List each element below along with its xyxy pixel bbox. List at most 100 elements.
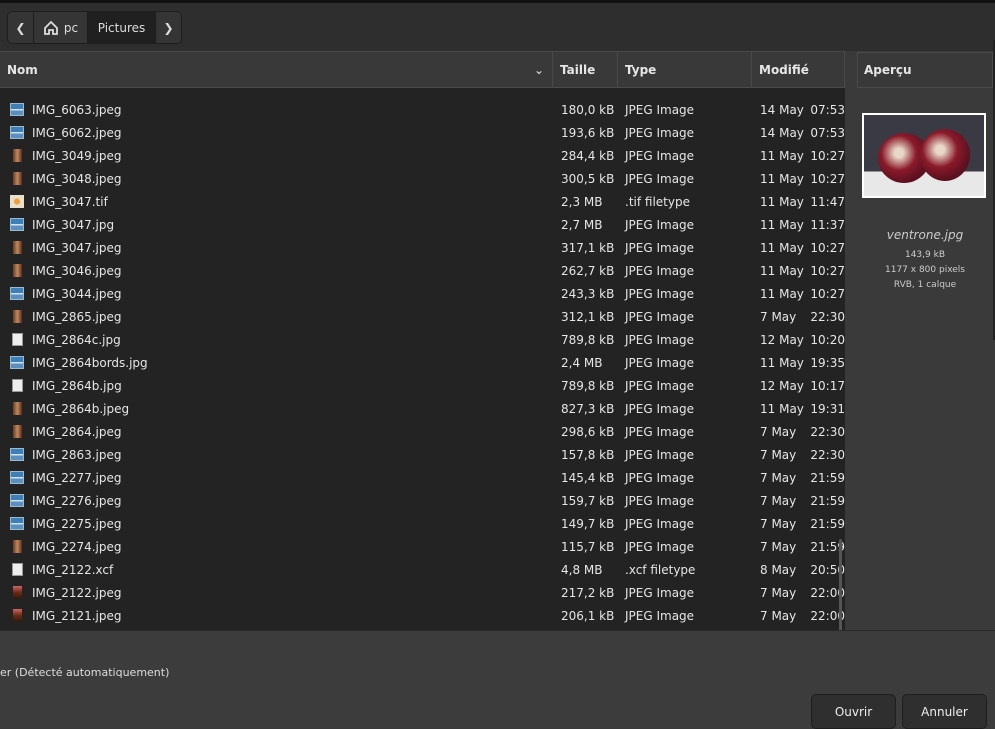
file-type: JPEG Image [625, 470, 695, 485]
back-button[interactable]: ❮ [8, 12, 34, 43]
file-row[interactable]: IMG_2276.jpeg 159,7 kB JPEG Image 7 May … [0, 489, 845, 512]
breadcrumb-home[interactable]: pc [34, 12, 88, 43]
file-type: JPEG Image [625, 217, 695, 232]
breadcrumb-home-label: pc [63, 20, 79, 35]
file-name: IMG_3046.jpeg [32, 263, 122, 278]
file-row[interactable]: IMG_2864bords.jpg 2,4 MB JPEG Image 11 M… [0, 351, 845, 374]
file-name-cell: IMG_3046.jpeg [0, 264, 553, 278]
file-name: IMG_2863.jpeg [32, 447, 122, 462]
file-time: 10:27 [810, 240, 845, 255]
file-thumbnail-icon [13, 540, 22, 553]
file-size: 789,8 kB [561, 378, 615, 393]
file-name-cell: IMG_2122.xcf [0, 563, 553, 577]
open-button[interactable]: Ouvrir [811, 694, 896, 729]
file-thumbnail-icon [13, 425, 22, 438]
file-row[interactable]: IMG_2864b.jpg 789,8 kB JPEG Image 12 May… [0, 374, 845, 397]
file-time: 21:59 [810, 470, 845, 485]
file-row[interactable]: IMG_3047.jpg 2,7 MB JPEG Image 11 May 11… [0, 213, 845, 236]
column-type[interactable]: Type [618, 52, 752, 87]
cancel-button[interactable]: Annuler [902, 694, 987, 729]
file-type: JPEG Image [625, 240, 695, 255]
file-row[interactable]: IMG_2122.xcf 4,8 MB .xcf filetype 8 May … [0, 558, 845, 581]
file-thumbnail-icon [10, 287, 24, 300]
file-row[interactable]: IMG_3049.jpeg 284,4 kB JPEG Image 11 May… [0, 144, 845, 167]
file-time: 22:30 [810, 447, 845, 462]
file-name-cell: IMG_2865.jpeg [0, 310, 553, 324]
file-row[interactable]: IMG_2275.jpeg 149,7 kB JPEG Image 7 May … [0, 512, 845, 535]
file-name-cell: IMG_2275.jpeg [0, 517, 553, 531]
file-row[interactable]: IMG_2864b.jpeg 827,3 kB JPEG Image 11 Ma… [0, 397, 845, 420]
file-row[interactable]: IMG_3048.jpeg 300,5 kB JPEG Image 11 May… [0, 167, 845, 190]
file-type: JPEG Image [625, 447, 695, 462]
file-name: IMG_2864b.jpg [32, 378, 122, 393]
file-type: JPEG Image [625, 424, 695, 439]
file-name-cell: IMG_2863.jpeg [0, 448, 553, 462]
file-type: JPEG Image [625, 309, 695, 324]
scrollbar[interactable] [839, 539, 842, 630]
file-name: IMG_2864.jpeg [32, 424, 122, 439]
file-row[interactable]: IMG_2864.jpeg 298,6 kB JPEG Image 7 May … [0, 420, 845, 443]
file-size: 4,8 MB [561, 562, 603, 577]
file-size: 312,1 kB [561, 309, 615, 324]
file-name: IMG_2276.jpeg [32, 493, 122, 508]
file-row[interactable]: IMG_2863.jpeg 157,8 kB JPEG Image 7 May … [0, 443, 845, 466]
preview-info: ventrone.jpg 143,9 kB 1177 x 800 pixels … [857, 228, 993, 293]
file-type: JPEG Image [625, 516, 695, 531]
column-modified[interactable]: Modifié [752, 52, 845, 87]
file-type-selector[interactable]: er (Détecté automatiquement) [0, 666, 169, 679]
file-row[interactable]: IMG_3047.tif 2,3 MB .tif filetype 11 May… [0, 190, 845, 213]
file-time: 22:30 [810, 309, 845, 324]
file-size: 284,4 kB [561, 148, 615, 163]
preview-filename: ventrone.jpg [886, 228, 964, 242]
file-name: IMG_3049.jpeg [32, 148, 122, 163]
forward-button[interactable]: ❯ [156, 12, 181, 43]
file-name: IMG_2275.jpeg [32, 516, 122, 531]
file-date: 11 May [760, 171, 804, 186]
file-row[interactable]: IMG_2865.jpeg 312,1 kB JPEG Image 7 May … [0, 305, 845, 328]
file-row[interactable]: IMG_6062.jpeg 193,6 kB JPEG Image 14 May… [0, 121, 845, 144]
file-row[interactable]: IMG_2277.jpeg 145,4 kB JPEG Image 7 May … [0, 466, 845, 489]
file-thumbnail-icon [12, 379, 23, 392]
file-thumbnail-icon [13, 264, 22, 277]
file-type: JPEG Image [625, 355, 695, 370]
dialog-footer: er (Détecté automatiquement) Ouvrir Annu… [0, 630, 995, 729]
preview-thumbnail [862, 113, 986, 198]
file-row[interactable]: IMG_6063.jpeg 180,0 kB JPEG Image 14 May… [0, 98, 845, 121]
file-name: IMG_2121.jpeg [32, 608, 122, 623]
file-size: 262,7 kB [561, 263, 615, 278]
file-name-cell: IMG_3044.jpeg [0, 287, 553, 301]
chevron-right-icon: ❯ [163, 20, 174, 35]
file-row[interactable]: IMG_2274.jpeg 115,7 kB JPEG Image 7 May … [0, 535, 845, 558]
file-type: JPEG Image [625, 608, 695, 623]
file-row[interactable]: IMG_2864c.jpg 789,8 kB JPEG Image 12 May… [0, 328, 845, 351]
file-row[interactable]: IMG_2122.jpeg 217,2 kB JPEG Image 7 May … [0, 581, 845, 604]
column-size[interactable]: Taille [553, 52, 618, 87]
file-time: 11:37 [810, 217, 845, 232]
file-row[interactable]: IMG_3046.jpeg 262,7 kB JPEG Image 11 May… [0, 259, 845, 282]
file-row[interactable]: IMG_2121.jpeg 206,1 kB JPEG Image 7 May … [0, 604, 845, 627]
file-size: 157,8 kB [561, 447, 615, 462]
file-type: JPEG Image [625, 263, 695, 278]
file-thumbnail-icon [10, 218, 24, 231]
file-name-cell: IMG_2864c.jpg [0, 333, 553, 347]
file-thumbnail-icon [12, 563, 23, 576]
file-name-cell: IMG_2864b.jpeg [0, 402, 553, 416]
file-row[interactable]: IMG_3047.jpeg 317,1 kB JPEG Image 11 May… [0, 236, 845, 259]
column-name-label: Nom [7, 62, 38, 77]
file-time: 07:53 [810, 102, 845, 117]
column-name[interactable]: Nom ⌄ [0, 52, 553, 87]
file-date: 7 May [760, 585, 797, 600]
file-date: 7 May [760, 516, 797, 531]
file-date: 12 May [760, 332, 804, 347]
file-name-cell: IMG_2864.jpeg [0, 425, 553, 439]
file-time: 22:30 [810, 424, 845, 439]
file-name: IMG_2864c.jpg [32, 332, 121, 347]
file-name-cell: IMG_3048.jpeg [0, 172, 553, 186]
file-thumbnail-icon [13, 310, 22, 323]
breadcrumb-pictures[interactable]: Pictures [88, 12, 156, 43]
file-row[interactable]: IMG_3044.jpeg 243,3 kB JPEG Image 11 May… [0, 282, 845, 305]
file-time: 10:27 [810, 286, 845, 301]
file-thumbnail-icon [13, 149, 22, 162]
file-size: 180,0 kB [561, 102, 615, 117]
file-type: JPEG Image [625, 286, 695, 301]
